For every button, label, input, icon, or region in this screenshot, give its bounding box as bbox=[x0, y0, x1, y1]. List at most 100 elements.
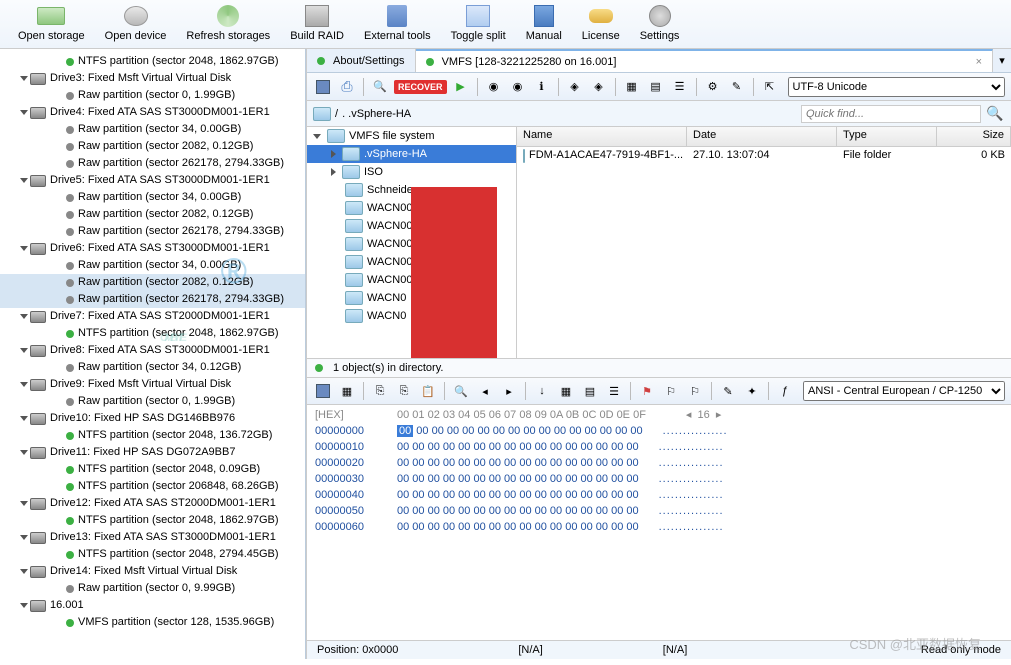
tree-row[interactable]: Raw partition (sector 34, 0.00GB) bbox=[0, 257, 305, 274]
tree-row[interactable]: Raw partition (sector 262178, 2794.33GB) bbox=[0, 291, 305, 308]
toolbar-external-tools[interactable]: External tools bbox=[354, 2, 441, 44]
next-icon[interactable]: ▸ bbox=[499, 381, 519, 401]
file-list-body[interactable]: FDM-A1ACAE47-7919-4BF1-...27.10. 13:07:0… bbox=[517, 147, 1011, 358]
expand-icon[interactable] bbox=[20, 76, 28, 81]
close-icon[interactable]: × bbox=[976, 56, 982, 68]
toolbar-settings[interactable]: Settings bbox=[630, 2, 690, 44]
tool-icon[interactable]: ⚙ bbox=[703, 77, 723, 97]
tree-row[interactable]: Raw partition (sector 2082, 0.12GB) bbox=[0, 274, 305, 291]
bookmark-icon[interactable]: ⚐ bbox=[685, 381, 705, 401]
recover-button[interactable]: RECOVER bbox=[394, 80, 447, 94]
tree-row[interactable]: Raw partition (sector 0, 9.99GB) bbox=[0, 580, 305, 597]
tool-icon[interactable]: ✎ bbox=[727, 77, 747, 97]
fs-tree-row[interactable]: ISO bbox=[307, 163, 516, 181]
fs-tree-row[interactable]: .vSphere-HA bbox=[307, 145, 516, 163]
tab-vmfs[interactable]: VMFS [128-3221225280 on 16.001]× bbox=[416, 49, 993, 72]
tree-row[interactable]: 16.001 bbox=[0, 597, 305, 614]
expand-icon[interactable] bbox=[20, 382, 28, 387]
view-icon[interactable]: ☰ bbox=[670, 77, 690, 97]
tree-row[interactable]: Drive6: Fixed ATA SAS ST3000DM001-1ER1 bbox=[0, 240, 305, 257]
expand-icon[interactable] bbox=[20, 178, 28, 183]
expand-icon[interactable] bbox=[20, 110, 28, 115]
tree-row[interactable]: NTFS partition (sector 2048, 1862.97GB) bbox=[0, 325, 305, 342]
tree-row[interactable]: Raw partition (sector 34, 0.00GB) bbox=[0, 121, 305, 138]
export-icon[interactable]: ⇱ bbox=[760, 77, 780, 97]
path-text[interactable]: . .vSphere-HA bbox=[342, 108, 411, 120]
expand-icon[interactable] bbox=[20, 246, 28, 251]
tree-row[interactable]: Raw partition (sector 2082, 0.12GB) bbox=[0, 206, 305, 223]
tree-row[interactable]: Drive7: Fixed ATA SAS ST2000DM001-1ER1 bbox=[0, 308, 305, 325]
tool-icon[interactable]: ✎ bbox=[718, 381, 738, 401]
search-icon[interactable]: 🔍 bbox=[370, 77, 390, 97]
expand-icon[interactable] bbox=[20, 416, 28, 421]
save-as-icon[interactable]: ⎙ bbox=[337, 77, 357, 97]
toolbar-license[interactable]: License bbox=[572, 2, 630, 44]
expand-icon[interactable] bbox=[20, 603, 28, 608]
tab-about[interactable]: About/Settings bbox=[307, 49, 416, 72]
tab-dropdown-icon[interactable]: ▾ bbox=[993, 54, 1011, 67]
scan-icon[interactable]: ▶ bbox=[451, 77, 471, 97]
view-icon[interactable]: ▦ bbox=[556, 381, 576, 401]
tree-row[interactable]: Drive3: Fixed Msft Virtual Virtual Disk bbox=[0, 70, 305, 87]
tree-row[interactable]: NTFS partition (sector 2048, 1862.97GB) bbox=[0, 512, 305, 529]
file-row[interactable]: FDM-A1ACAE47-7919-4BF1-...27.10. 13:07:0… bbox=[517, 147, 1011, 165]
expand-icon[interactable] bbox=[20, 314, 28, 319]
nav-icon[interactable]: ◈ bbox=[589, 77, 609, 97]
tree-row[interactable]: Drive10: Fixed HP SAS DG146BB976 bbox=[0, 410, 305, 427]
tree-row[interactable]: Raw partition (sector 262178, 2794.33GB) bbox=[0, 223, 305, 240]
tree-row[interactable]: Raw partition (sector 0, 1.99GB) bbox=[0, 87, 305, 104]
expand-icon[interactable] bbox=[20, 348, 28, 353]
expand-icon[interactable] bbox=[331, 168, 336, 176]
flag-icon[interactable]: ⚑ bbox=[637, 381, 657, 401]
disk-icon[interactable]: ◉ bbox=[508, 77, 528, 97]
save-icon[interactable] bbox=[313, 77, 333, 97]
col-type[interactable]: Type bbox=[837, 127, 937, 146]
tree-row[interactable]: Drive13: Fixed ATA SAS ST3000DM001-1ER1 bbox=[0, 529, 305, 546]
toolbar-build-raid[interactable]: Build RAID bbox=[280, 2, 354, 44]
hex-encoding-select[interactable]: ANSI - Central European / CP-1250 bbox=[803, 381, 1005, 401]
tree-row[interactable]: Drive5: Fixed ATA SAS ST3000DM001-1ER1 bbox=[0, 172, 305, 189]
search-icon[interactable]: 🔍 bbox=[985, 104, 1005, 124]
col-date[interactable]: Date bbox=[687, 127, 837, 146]
copy-icon[interactable]: ⎘ bbox=[370, 381, 390, 401]
tree-row[interactable]: NTFS partition (sector 2048, 136.72GB) bbox=[0, 427, 305, 444]
path-root[interactable]: / bbox=[335, 108, 338, 120]
tree-row[interactable]: Drive11: Fixed HP SAS DG072A9BB7 bbox=[0, 444, 305, 461]
quick-find-input[interactable] bbox=[801, 105, 981, 123]
toolbar-open-device[interactable]: Open device bbox=[95, 2, 177, 44]
col-size[interactable]: Size bbox=[937, 127, 1011, 146]
fs-tree-row[interactable]: VMFS file system bbox=[307, 127, 516, 145]
tree-row[interactable]: NTFS partition (sector 2048, 1862.97GB) bbox=[0, 53, 305, 70]
tree-row[interactable]: NTFS partition (sector 206848, 68.26GB) bbox=[0, 478, 305, 495]
expand-icon[interactable] bbox=[331, 150, 336, 158]
expand-icon[interactable] bbox=[20, 501, 28, 506]
view-icon[interactable]: ▤ bbox=[646, 77, 666, 97]
nav-icon[interactable]: ◈ bbox=[565, 77, 585, 97]
tree-row[interactable]: Drive8: Fixed ATA SAS ST3000DM001-1ER1 bbox=[0, 342, 305, 359]
tree-row[interactable]: Drive14: Fixed Msft Virtual Virtual Disk bbox=[0, 563, 305, 580]
expand-icon[interactable] bbox=[20, 569, 28, 574]
tree-row[interactable]: Raw partition (sector 0, 1.99GB) bbox=[0, 393, 305, 410]
bookmark-icon[interactable]: ⚐ bbox=[661, 381, 681, 401]
paste-icon[interactable]: 📋 bbox=[418, 381, 438, 401]
toolbar-refresh-storages[interactable]: Refresh storages bbox=[176, 2, 280, 44]
select-icon[interactable]: ▦ bbox=[337, 381, 357, 401]
goto-icon[interactable]: ↓ bbox=[532, 381, 552, 401]
drive-tree[interactable]: NTFS partition (sector 2048, 1862.97GB)D… bbox=[0, 49, 306, 659]
expand-icon[interactable] bbox=[20, 535, 28, 540]
disk-icon[interactable]: ◉ bbox=[484, 77, 504, 97]
tree-row[interactable]: Drive4: Fixed ATA SAS ST3000DM001-1ER1 bbox=[0, 104, 305, 121]
expand-icon[interactable] bbox=[20, 450, 28, 455]
info-icon[interactable]: ℹ bbox=[532, 77, 552, 97]
tree-row[interactable]: NTFS partition (sector 2048, 0.09GB) bbox=[0, 461, 305, 478]
view-icon[interactable]: ▦ bbox=[622, 77, 642, 97]
tree-row[interactable]: Drive9: Fixed Msft Virtual Virtual Disk bbox=[0, 376, 305, 393]
copy-icon[interactable]: ⎘ bbox=[394, 381, 414, 401]
prev-icon[interactable]: ◂ bbox=[475, 381, 495, 401]
tree-row[interactable]: Raw partition (sector 2082, 0.12GB) bbox=[0, 138, 305, 155]
col-name[interactable]: Name bbox=[517, 127, 687, 146]
tree-row[interactable]: Raw partition (sector 34, 0.12GB) bbox=[0, 359, 305, 376]
expand-icon[interactable] bbox=[313, 134, 321, 139]
tree-row[interactable]: Drive12: Fixed ATA SAS ST2000DM001-1ER1 bbox=[0, 495, 305, 512]
file-list-header[interactable]: Name Date Type Size bbox=[517, 127, 1011, 147]
